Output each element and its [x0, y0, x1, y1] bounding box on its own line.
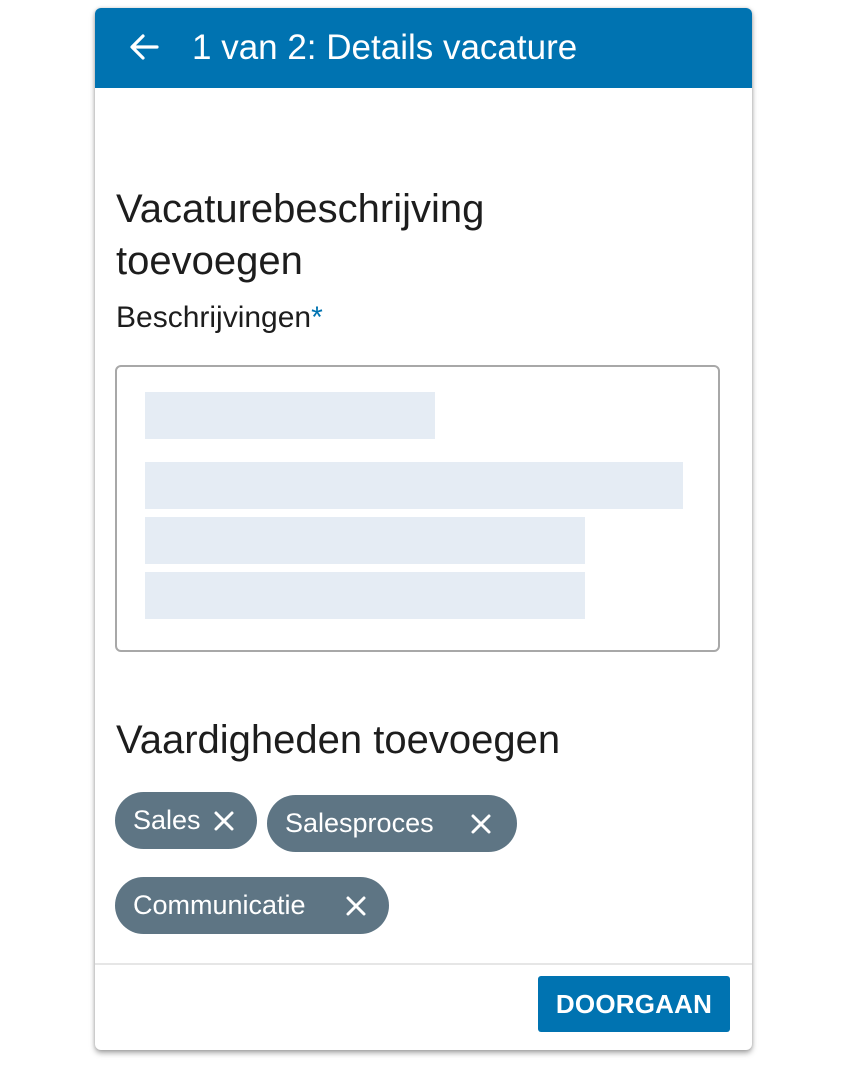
footer-divider — [95, 963, 752, 965]
arrow-left-icon[interactable] — [127, 30, 161, 64]
skeleton-line — [145, 517, 585, 564]
skill-chip-salesproces[interactable]: Salesproces — [267, 795, 517, 852]
skills-section-title: Vaardigheden toevoegen — [116, 718, 561, 762]
continue-button[interactable]: DOORGAAN — [538, 976, 730, 1032]
dialog-header: 1 van 2: Details vacature — [95, 8, 752, 88]
dialog-title: 1 van 2: Details vacature — [192, 28, 578, 67]
description-field-label: Beschrijvingen* — [116, 298, 323, 338]
close-icon[interactable] — [213, 810, 235, 832]
skill-chip-sales[interactable]: Sales — [115, 792, 257, 849]
job-details-dialog: 1 van 2: Details vacature Vacaturebeschr… — [95, 8, 752, 1050]
close-icon[interactable] — [345, 895, 367, 917]
close-icon[interactable] — [470, 813, 492, 835]
description-textarea[interactable] — [115, 365, 720, 652]
skeleton-line — [145, 392, 435, 439]
skill-chip-label: Communicatie — [133, 890, 306, 920]
skeleton-line — [145, 572, 585, 619]
skill-chip-label: Salesproces — [285, 808, 434, 838]
description-section-title: Vacaturebeschrijving toevoegen — [116, 187, 485, 283]
skill-chip-communicatie[interactable]: Communicatie — [115, 877, 389, 934]
description-label-text: Beschrijvingen — [116, 301, 312, 334]
skill-chip-label: Sales — [133, 805, 201, 835]
required-marker: * — [311, 301, 323, 334]
skeleton-line — [145, 462, 683, 509]
